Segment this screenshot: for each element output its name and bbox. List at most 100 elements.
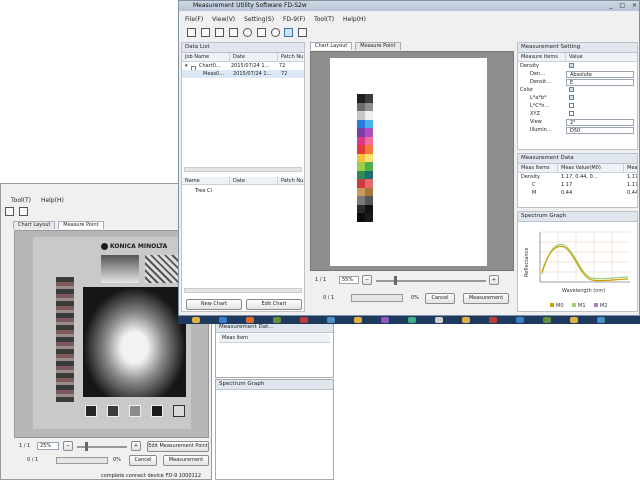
- unchecked-checkbox[interactable]: [569, 111, 574, 116]
- taskbar-app-icon[interactable]: [597, 317, 605, 323]
- menu-file[interactable]: File(F): [185, 16, 203, 23]
- taskbar-app-icon[interactable]: [354, 317, 362, 323]
- ms-row-select[interactable]: Absolute: [566, 71, 634, 78]
- panel-icon[interactable]: [18, 207, 28, 216]
- menu-fd9[interactable]: FD-9(F): [283, 16, 305, 23]
- ms-col-value[interactable]: Value: [566, 53, 636, 61]
- col-patch[interactable]: Patch Nu: [278, 53, 304, 61]
- checked-checkbox[interactable]: [569, 95, 574, 100]
- back-tab-measure-point[interactable]: Measure Point: [58, 221, 104, 229]
- md-row[interactable]: Density 1.17, 0.44, 0… 1.17: [518, 173, 637, 181]
- checked-checkbox[interactable]: [569, 87, 574, 92]
- edit-chart-button[interactable]: Edit Chart: [246, 299, 302, 310]
- zoom-slider[interactable]: [376, 280, 486, 282]
- ms-row[interactable]: Den… Absolute: [518, 70, 637, 78]
- back-measurement-button[interactable]: Measurement: [163, 455, 209, 466]
- maximize-button[interactable]: □: [619, 2, 625, 9]
- close-button[interactable]: ×: [632, 2, 637, 9]
- tab-measure-point[interactable]: Measure Point: [355, 42, 401, 50]
- taskbar-app-icon[interactable]: [570, 317, 578, 323]
- ms-col-items[interactable]: Measure Items: [518, 53, 566, 61]
- menu-help[interactable]: Help(H): [343, 16, 366, 23]
- ms-row-value[interactable]: [566, 86, 634, 94]
- unchecked-checkbox[interactable]: [569, 103, 574, 108]
- ms-row[interactable]: Density: [518, 62, 637, 70]
- ms-row[interactable]: XYZ: [518, 110, 637, 118]
- back-menu-help[interactable]: Help(H): [41, 197, 64, 204]
- ms-row[interactable]: L*a*b*: [518, 94, 637, 102]
- zoom-thumb[interactable]: [394, 276, 397, 285]
- col-job-name[interactable]: Job Name: [182, 53, 230, 61]
- ms-row-select[interactable]: E: [566, 79, 634, 86]
- new-icon[interactable]: [187, 28, 196, 37]
- ms-row-select[interactable]: 2°: [566, 119, 634, 126]
- tree-item[interactable]: Tree Cl: [192, 187, 292, 195]
- graph-icon[interactable]: [5, 207, 14, 216]
- taskbar-app-icon[interactable]: [462, 317, 470, 323]
- gear-icon[interactable]: [242, 28, 252, 37]
- taskbar-app-icon[interactable]: [246, 317, 254, 323]
- back-zoom-out-button[interactable]: −: [63, 441, 73, 451]
- save-icon[interactable]: [214, 28, 224, 37]
- menu-setting[interactable]: Setting(S): [244, 16, 274, 23]
- panel-icon[interactable]: [298, 28, 308, 37]
- taskbar-app-icon[interactable]: [219, 317, 227, 323]
- new-chart-button[interactable]: New Chart: [186, 299, 242, 310]
- ms-row-value[interactable]: [566, 94, 634, 102]
- col-date[interactable]: Date: [230, 53, 278, 61]
- data-list-lower-hscroll[interactable]: [184, 288, 302, 293]
- md-col-value[interactable]: Meas Value(M0): [558, 164, 624, 172]
- taskbar-app-icon[interactable]: [408, 317, 416, 323]
- light-icon[interactable]: [270, 28, 280, 37]
- taskbar-app-icon[interactable]: [300, 317, 308, 323]
- taskbar-app-icon[interactable]: [273, 317, 281, 323]
- taskbar-app-icon[interactable]: [543, 317, 551, 323]
- ms-row[interactable]: Densit… E: [518, 78, 637, 86]
- minimize-button[interactable]: _: [609, 2, 612, 9]
- lower-col-patch[interactable]: Patch Nu: [278, 177, 304, 184]
- md-row[interactable]: C 1.17 1.17: [518, 181, 637, 189]
- md-col-items[interactable]: Meas Items: [518, 164, 558, 172]
- open-icon[interactable]: [200, 28, 210, 37]
- ms-row[interactable]: L*C*h…: [518, 102, 637, 110]
- graph-icon[interactable]: [284, 28, 294, 37]
- measurement-button[interactable]: Measurement: [463, 293, 509, 304]
- md-col-extra[interactable]: Mea: [624, 164, 637, 172]
- back-zoom-in-button[interactable]: +: [131, 441, 141, 451]
- back-cancel-button[interactable]: Cancel: [129, 455, 157, 466]
- data-list-hscroll[interactable]: [184, 167, 302, 172]
- data-list-row[interactable]: Meas0… 2015/07/24 1… 72: [182, 70, 304, 78]
- network-icon[interactable]: [256, 28, 266, 37]
- ms-row-value[interactable]: [566, 110, 634, 118]
- checked-checkbox[interactable]: [569, 63, 574, 68]
- menu-tool[interactable]: Tool(T): [314, 16, 334, 23]
- taskbar-app-icon[interactable]: [516, 317, 524, 323]
- zoom-in-button[interactable]: +: [489, 275, 499, 285]
- zoom-out-button[interactable]: −: [362, 275, 372, 285]
- tree-toggle-icon[interactable]: ▾: [182, 62, 191, 70]
- back-zoom-thumb[interactable]: [85, 442, 88, 451]
- taskbar-app-icon[interactable]: [192, 317, 200, 323]
- back-zoom-select[interactable]: 25%: [37, 442, 59, 450]
- back-menu-tool[interactable]: Tool(T): [11, 197, 31, 204]
- md-row[interactable]: M 0.44 0.44: [518, 189, 637, 197]
- search-icon[interactable]: [228, 28, 238, 37]
- ms-row[interactable]: Color: [518, 86, 637, 94]
- taskbar-app-icon[interactable]: [327, 317, 335, 323]
- back-edit-point-button[interactable]: Edit Measurement Point: [147, 441, 209, 452]
- ms-row-value[interactable]: [566, 62, 634, 70]
- back-tab-chart-layout[interactable]: Chart Layout: [13, 221, 56, 229]
- zoom-select[interactable]: 55%: [339, 276, 359, 284]
- ms-row-select[interactable]: D50: [566, 127, 634, 134]
- taskbar-app-icon[interactable]: [381, 317, 389, 323]
- lower-col-name[interactable]: Name: [182, 177, 230, 184]
- cancel-button[interactable]: Cancel: [425, 293, 455, 304]
- menu-view[interactable]: View(V): [212, 16, 235, 23]
- ms-row[interactable]: View 2°: [518, 118, 637, 126]
- tab-chart-layout[interactable]: Chart Layout: [310, 42, 353, 50]
- lower-col-date[interactable]: Date: [230, 177, 278, 184]
- ms-row[interactable]: Illumin… D50: [518, 126, 637, 134]
- taskbar-app-icon[interactable]: [435, 317, 443, 323]
- taskbar-app-icon[interactable]: [489, 317, 497, 323]
- data-list-row[interactable]: ▾ Chart0… 2015/07/24 1… 72: [182, 62, 304, 70]
